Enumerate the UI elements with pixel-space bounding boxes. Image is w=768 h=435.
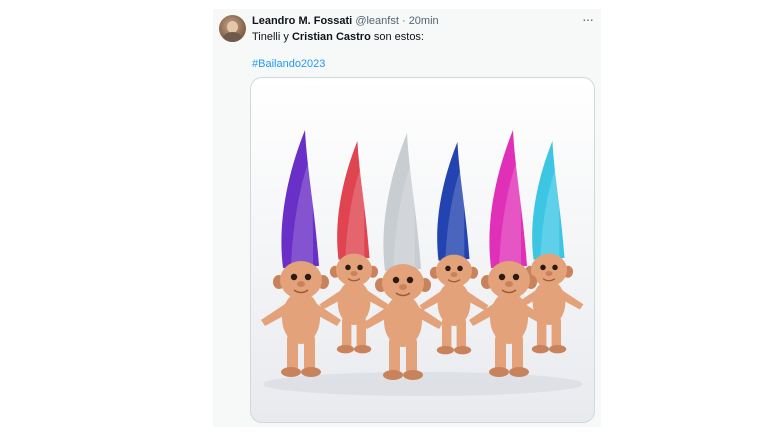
troll-eye (457, 265, 463, 272)
tweet-text-part: son estos: (370, 31, 424, 43)
troll-eye (512, 273, 520, 281)
troll-nose (297, 281, 305, 287)
author-avatar[interactable] (219, 15, 246, 42)
troll-body (490, 292, 528, 344)
troll-eye (540, 264, 546, 271)
header-separator: · (401, 15, 406, 27)
troll-foot (489, 367, 509, 377)
troll-foot (354, 344, 372, 354)
troll-nose (450, 271, 458, 278)
troll-body (337, 280, 371, 326)
troll-head (488, 261, 530, 299)
tweet-header: Leandro M. Fossati @leanfst · 20min (252, 15, 439, 27)
troll-head (382, 264, 424, 302)
troll-head (280, 261, 322, 299)
troll-body (437, 281, 471, 327)
tweet-media-image[interactable] (250, 77, 595, 423)
avatar-body-shape (223, 32, 242, 42)
troll-head (435, 254, 473, 288)
troll-foot (403, 370, 423, 380)
troll-dolls-photo (261, 130, 584, 396)
troll-eye (552, 264, 558, 271)
troll-foot (383, 370, 403, 380)
tweet-text-part: Tinelli y (252, 31, 292, 43)
troll-eye (290, 273, 298, 281)
troll-foot (509, 367, 529, 377)
author-name[interactable]: Leandro M. Fossati (252, 15, 352, 27)
troll-nose (505, 281, 513, 287)
more-options-icon[interactable]: ··· (582, 12, 594, 26)
troll-nose (399, 284, 407, 290)
troll-foot (549, 344, 567, 354)
troll-body (384, 295, 422, 347)
troll-eye (304, 273, 312, 281)
troll-eye (445, 265, 451, 272)
troll-nose (350, 270, 358, 277)
troll-foot (336, 344, 354, 354)
troll-doll (363, 133, 443, 380)
troll-head (335, 253, 373, 287)
troll-doll (261, 130, 341, 377)
troll-nose (545, 270, 553, 277)
author-handle[interactable]: @leanfst (355, 15, 399, 27)
troll-body (282, 292, 320, 344)
troll-foot (531, 344, 549, 354)
tweet-card[interactable]: Leandro M. Fossati @leanfst · 20min ··· … (213, 9, 601, 427)
hashtag-link[interactable]: #Bailando2023 (252, 58, 325, 70)
troll-foot (301, 367, 321, 377)
troll-foot (454, 345, 472, 355)
troll-eye (498, 273, 506, 281)
troll-eye (345, 264, 351, 271)
troll-foot (436, 345, 454, 355)
troll-eye (406, 276, 414, 284)
tweet-text-bold: Cristian Castro (291, 31, 371, 43)
tweet-text: Tinelli y Cristian Castro son estos: (252, 31, 424, 43)
troll-eye (392, 276, 400, 284)
troll-foot (281, 367, 301, 377)
tweet-timestamp[interactable]: 20min (409, 15, 439, 27)
troll-eye (357, 264, 363, 271)
